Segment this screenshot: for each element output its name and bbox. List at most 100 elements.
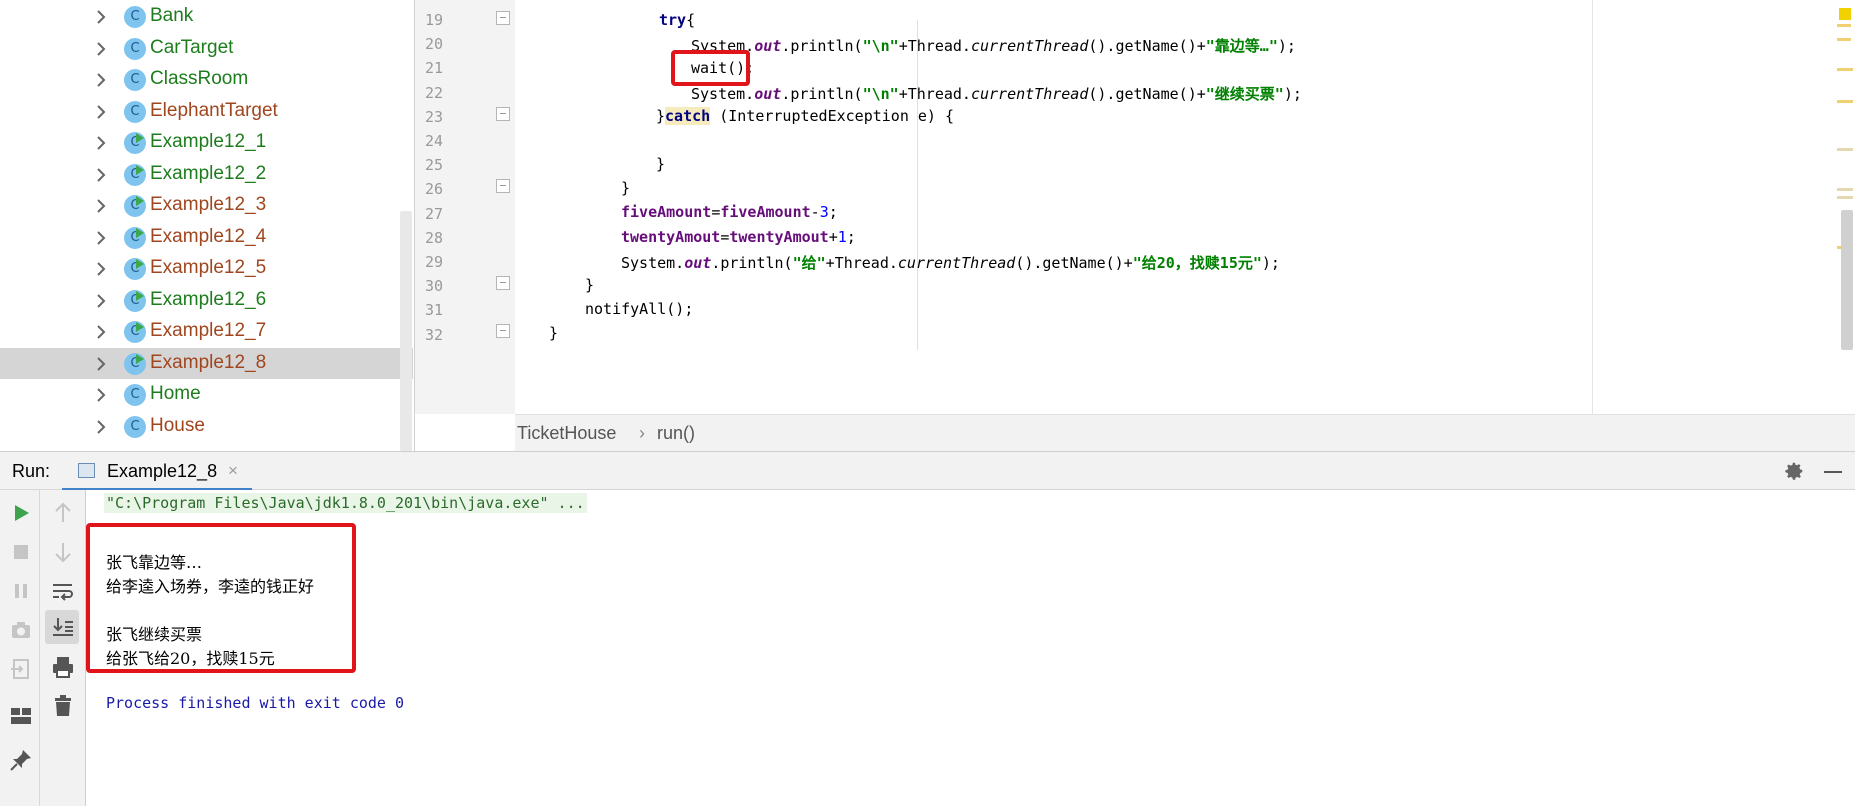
tree-item-label: Home: [150, 383, 201, 404]
pin-icon[interactable]: [8, 747, 34, 773]
fold-marker-icon[interactable]: [496, 107, 510, 121]
tree-item[interactable]: C Bank: [0, 1, 413, 33]
tree-item-label: Example12_3: [150, 194, 267, 215]
class-icon: C: [124, 384, 146, 406]
tree-item[interactable]: C CarTarget: [0, 33, 413, 65]
chevron-right-icon[interactable]: [92, 197, 110, 215]
console-command-line: "C:\Program Files\Java\jdk1.8.0_201\bin\…: [104, 493, 587, 513]
stop-icon[interactable]: [8, 539, 34, 565]
soft-wrap-icon[interactable]: [50, 578, 76, 604]
runnable-class-icon: C: [124, 352, 146, 375]
code-line-29: System.out.println("给"+Thread.currentThr…: [621, 254, 1280, 272]
fold-marker-icon[interactable]: [496, 11, 510, 25]
chevron-right-icon[interactable]: [92, 166, 110, 184]
class-icon: C: [124, 415, 146, 438]
tree-item[interactable]: C Example12_5: [0, 253, 413, 285]
tree-item[interactable]: C Example12_7: [0, 316, 413, 348]
chevron-right-icon[interactable]: [92, 418, 110, 436]
tree-item[interactable]: C Example12_1: [0, 127, 413, 159]
line-number: 20: [424, 35, 443, 54]
fold-marker-icon[interactable]: [496, 324, 510, 338]
code-line-19: try{: [659, 11, 696, 29]
class-icon: C: [124, 69, 146, 91]
code-editor[interactable]: 19 20 21 22 23 24 25 26 27 28 29 30 31 32 try{ System…: [414, 0, 1855, 451]
runnable-class-icon: C: [124, 195, 146, 217]
wait-highlight-box: [671, 50, 750, 86]
pause-icon[interactable]: [8, 578, 34, 604]
rerun-icon[interactable]: [8, 500, 34, 526]
line-number: 27: [424, 204, 443, 223]
breadcrumb: TicketHouse › run(): [515, 414, 1855, 451]
class-icon: C: [124, 6, 146, 28]
error-stripe[interactable]: [1835, 0, 1855, 414]
tree-item[interactable]: C House: [0, 411, 413, 443]
up-arrow-icon[interactable]: [50, 500, 76, 526]
tree-item-label: Example12_1: [150, 131, 267, 152]
line-number: 24: [424, 132, 443, 150]
screenshot-icon[interactable]: [8, 617, 34, 643]
fold-marker-icon[interactable]: [496, 179, 510, 193]
code-line-27: fiveAmount=fiveAmount-3;: [621, 203, 838, 221]
run-label: Run:: [12, 461, 51, 481]
chevron-right-icon[interactable]: [92, 323, 110, 341]
down-arrow-icon[interactable]: [50, 539, 76, 565]
scroll-to-end-icon[interactable]: [50, 614, 76, 640]
tree-item[interactable]: C Example12_2: [0, 159, 413, 191]
editor-scrollbar[interactable]: [1841, 210, 1853, 350]
project-tree: C Bank C CarTarget C ClassRoom C ElephantTarget…: [0, 0, 415, 451]
tree-item-label: Example12_2: [150, 162, 267, 184]
close-tab-icon[interactable]: ×: [228, 461, 238, 481]
chevron-right-icon[interactable]: [92, 292, 110, 310]
console-output[interactable]: "C:\Program Files\Java\jdk1.8.0_201\bin\…: [86, 490, 1855, 806]
chevron-right-icon[interactable]: [92, 134, 110, 152]
tree-item-label: House: [150, 414, 205, 436]
chevron-right-icon[interactable]: [92, 103, 110, 121]
print-icon[interactable]: [50, 654, 76, 680]
chevron-right-icon[interactable]: [92, 8, 110, 26]
tree-item-label: Example12_7: [150, 320, 267, 341]
run-tab-label: Example12_8: [107, 461, 218, 481]
tree-item-label: Example12_6: [150, 288, 267, 310]
run-toolbar-secondary: [40, 490, 86, 806]
fold-marker-icon[interactable]: [496, 276, 510, 290]
right-margin-guide: [1592, 0, 1593, 414]
tree-item-label: ElephantTarget: [150, 99, 278, 121]
chevron-right-icon[interactable]: [92, 229, 110, 247]
run-tab[interactable]: Example12_8 ×: [62, 452, 252, 491]
settings-gear-icon[interactable]: [1783, 460, 1805, 482]
trash-icon[interactable]: [50, 693, 76, 719]
chevron-right-icon[interactable]: [92, 260, 110, 278]
output-highlight-box: [86, 523, 356, 673]
tree-item[interactable]: C ClassRoom: [0, 64, 413, 96]
line-number: 25: [424, 156, 443, 175]
chevron-right-icon[interactable]: [92, 40, 110, 58]
tree-item[interactable]: C Example12_8: [0, 347, 413, 379]
restore-layout-icon[interactable]: [8, 656, 34, 682]
tree-scrollbar[interactable]: [400, 211, 412, 451]
chevron-right-icon[interactable]: [92, 386, 110, 404]
minimize-icon[interactable]: [1824, 471, 1842, 473]
code-line-28: twentyAmout=twentyAmout+1;: [621, 228, 856, 246]
tree-item[interactable]: C Home: [0, 379, 413, 411]
run-config-icon: [78, 463, 95, 478]
breadcrumb-class[interactable]: TicketHouse: [517, 423, 616, 444]
inspection-status-icon[interactable]: [1839, 8, 1851, 20]
tree-item[interactable]: C Example12_4: [0, 222, 413, 254]
tree-item-label: Example12_5: [150, 257, 267, 278]
chevron-right-icon[interactable]: [92, 71, 110, 89]
runnable-class-icon: C: [124, 132, 146, 154]
tree-item[interactable]: C Example12_3: [0, 190, 413, 222]
runnable-class-icon: C: [124, 321, 146, 343]
line-number: 22: [424, 83, 443, 102]
code-line-30: }: [585, 276, 595, 294]
tree-item[interactable]: C ElephantTarget: [0, 96, 413, 128]
tree-item-label: Bank: [150, 5, 194, 26]
layout-icon[interactable]: [8, 703, 34, 729]
tree-item[interactable]: C Example12_6: [0, 285, 413, 317]
breadcrumb-separator: ›: [639, 423, 645, 443]
code-line-25: }: [656, 155, 666, 173]
chevron-right-icon[interactable]: [92, 355, 110, 373]
breadcrumb-method[interactable]: run(): [657, 423, 695, 444]
code-line-23: }catch (InterruptedException e) {: [656, 107, 955, 125]
run-tool-window-header: Run: Example12_8 ×: [0, 451, 1855, 491]
